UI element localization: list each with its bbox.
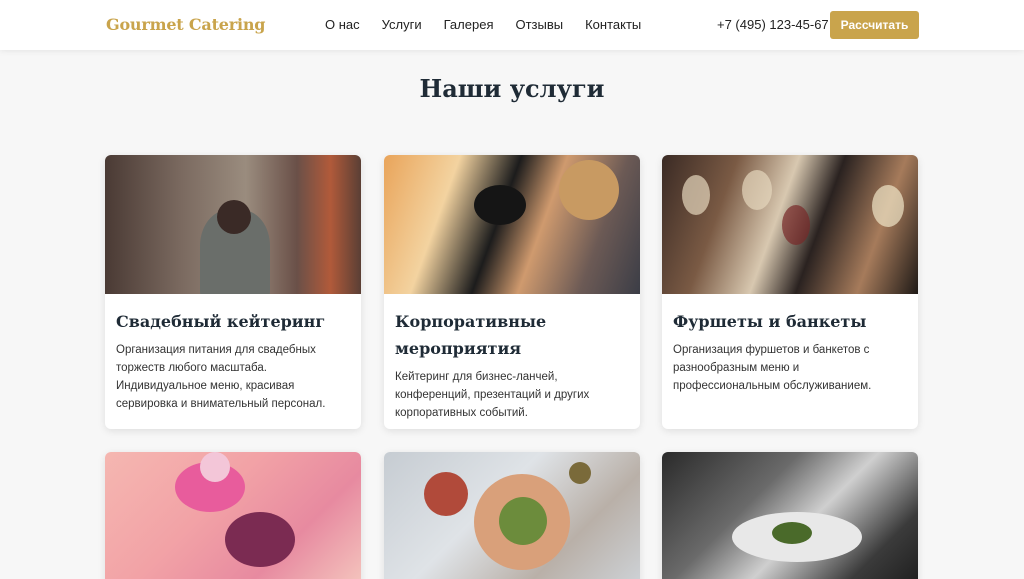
brand-logo[interactable]: Gourmet Catering [106,15,265,34]
service-title: Корпоративные мероприятия [395,312,547,358]
service-card-6[interactable] [662,452,918,579]
service-description: Организация питания для свадебных торжес… [116,344,326,410]
service-image-dinner [662,452,918,579]
site-header: Gourmet Catering О нас Услуги Галерея От… [0,0,1024,50]
calculate-button[interactable]: Рассчитать [830,11,919,39]
nav-item-contacts[interactable]: Контакты [585,17,641,32]
service-image-drinks [105,452,361,579]
phone-link[interactable]: +7 (495) 123-45-67 [717,17,829,32]
service-card-banquet[interactable]: Фуршеты и банкеты Организация фуршетов и… [662,155,918,429]
service-image-wedding [105,155,361,294]
service-card-5[interactable] [384,452,640,579]
nav-item-gallery[interactable]: Галерея [444,17,494,32]
service-card-4[interactable] [105,452,361,579]
service-image-banquet [662,155,918,294]
service-card-corporate[interactable]: Корпоративные мероприятия Кейтеринг для … [384,155,640,429]
service-description: Кейтеринг для бизнес-ланчей, конференций… [395,371,590,419]
service-card-body: Корпоративные мероприятия Кейтеринг для … [384,294,640,422]
service-title: Свадебный кейтеринг [116,312,326,331]
service-image-salad [384,452,640,579]
nav-item-reviews[interactable]: Отзывы [515,17,563,32]
nav-item-about[interactable]: О нас [325,17,360,32]
service-card-body: Свадебный кейтеринг Организация питания … [105,294,361,413]
service-image-corporate [384,155,640,294]
service-card-body: Фуршеты и банкеты Организация фуршетов и… [662,294,918,395]
service-description: Организация фуршетов и банкетов с разноо… [673,344,872,392]
nav-item-services[interactable]: Услуги [382,17,422,32]
section-title: Наши услуги [419,74,605,103]
service-title: Фуршеты и банкеты [673,312,867,331]
main-nav: О нас Услуги Галерея Отзывы Контакты [325,17,663,32]
service-card-wedding[interactable]: Свадебный кейтеринг Организация питания … [105,155,361,429]
